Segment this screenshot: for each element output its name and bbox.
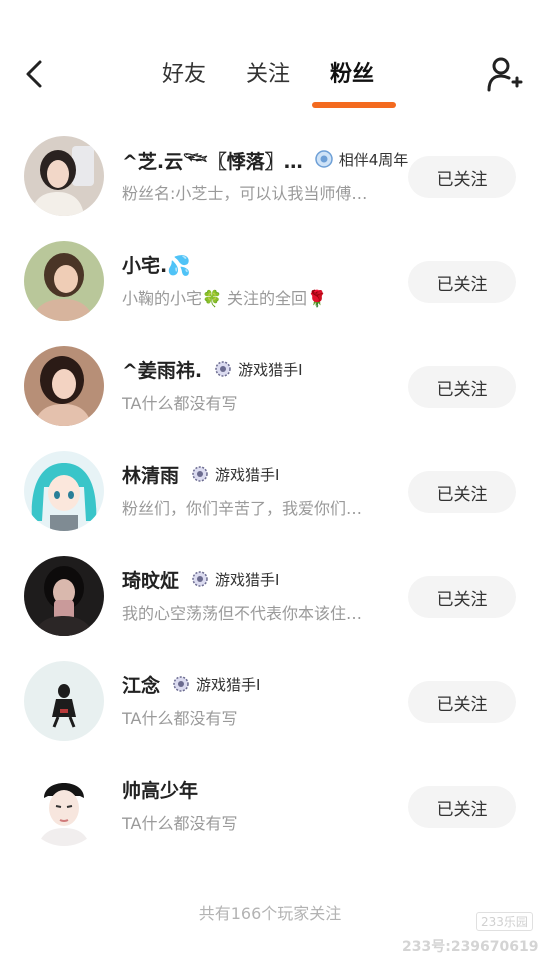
list-item[interactable]: ^芝.云𓆝〖悸落〗… 相伴4周年 粉丝名:小芝士，可以认我当师傅… 已关注 [0, 124, 540, 228]
list-item[interactable]: 江念 游戏猎手Ⅰ TA什么都没有写 已关注 [0, 649, 540, 753]
anniversary-medal-icon [314, 150, 333, 168]
following-button[interactable]: 已关注 [408, 681, 516, 723]
fan-name: 小宅.💦 [122, 254, 191, 277]
following-button[interactable]: 已关注 [408, 261, 516, 303]
avatar[interactable] [24, 451, 104, 531]
following-button[interactable]: 已关注 [408, 786, 516, 828]
following-button[interactable]: 已关注 [408, 576, 516, 618]
badge-label: 游戏猎手Ⅰ [215, 570, 280, 589]
fan-count-footer: 共有166个玩家关注 [198, 904, 342, 923]
header: 好友 关注 粉丝 [0, 0, 540, 120]
list-item[interactable]: 林清雨 游戏猎手Ⅰ 粉丝们，你们辛苦了，我爱你们… 已关注 [0, 439, 540, 543]
badge-label: 游戏猎手Ⅰ [215, 465, 280, 484]
gamer-badge: 游戏猎手Ⅰ [191, 464, 279, 485]
gamer-medal-icon [192, 466, 208, 482]
badge-label: 相伴4周年 [338, 150, 409, 169]
following-button[interactable]: 已关注 [408, 156, 516, 198]
tab-friends[interactable]: 好友 [162, 56, 206, 88]
gamer-medal-icon [192, 571, 208, 587]
fan-name: ^姜雨祎. [122, 359, 203, 382]
avatar[interactable] [24, 241, 104, 321]
watermark-id: 233号:239670619 [402, 939, 539, 955]
fan-bio: 我的心空荡荡但不代表你本该住… [122, 604, 363, 623]
avatar[interactable] [24, 556, 104, 636]
list-item[interactable]: 小宅.💦 小鞠的小宅🍀 关注的全回🌹 已关注 [0, 229, 540, 333]
tab-following[interactable]: 关注 [246, 56, 290, 88]
add-user-icon[interactable] [484, 54, 524, 94]
fan-bio: 粉丝名:小芝士，可以认我当师傅… [122, 184, 368, 203]
fan-name: 江念 [122, 674, 161, 697]
avatar[interactable] [24, 661, 104, 741]
gamer-medal-icon [173, 676, 189, 692]
fan-bio: 小鞠的小宅🍀 关注的全回🌹 [122, 289, 327, 308]
avatar[interactable] [24, 766, 104, 846]
badge-label: 游戏猎手Ⅰ [196, 675, 261, 694]
gamer-badge: 游戏猎手Ⅰ [172, 674, 260, 695]
tab-bar: 好友 关注 粉丝 [0, 56, 540, 96]
fan-name: ^芝.云𓆝〖悸落〗… [122, 150, 303, 173]
avatar[interactable] [24, 136, 104, 216]
fan-name: 琦旼炡 [122, 569, 180, 592]
list-item[interactable]: 帅高少年 TA什么都没有写 已关注 [0, 754, 540, 858]
anniversary-badge: 相伴4周年 [314, 149, 409, 170]
fan-bio: TA什么都没有写 [122, 394, 238, 413]
watermark-logo: 233乐园 [476, 912, 533, 931]
fan-bio: 粉丝们，你们辛苦了，我爱你们… [122, 499, 363, 518]
fan-name: 林清雨 [122, 464, 180, 487]
tab-fans[interactable]: 粉丝 [330, 56, 374, 88]
list-item[interactable]: 琦旼炡 游戏猎手Ⅰ 我的心空荡荡但不代表你本该住… 已关注 [0, 544, 540, 648]
active-tab-indicator [312, 102, 396, 108]
gamer-badge: 游戏猎手Ⅰ [214, 359, 303, 380]
fan-bio: TA什么都没有写 [122, 814, 238, 833]
avatar[interactable] [24, 346, 104, 426]
gamer-badge: 游戏猎手Ⅰ [191, 569, 279, 590]
fan-bio: TA什么都没有写 [122, 709, 238, 728]
list-item[interactable]: ^姜雨祎. 游戏猎手Ⅰ TA什么都没有写 已关注 [0, 334, 540, 438]
fan-name: 帅高少年 [122, 779, 199, 802]
following-button[interactable]: 已关注 [408, 366, 516, 408]
gamer-medal-icon [215, 361, 231, 377]
following-button[interactable]: 已关注 [408, 471, 516, 513]
badge-label: 游戏猎手Ⅰ [238, 360, 303, 379]
